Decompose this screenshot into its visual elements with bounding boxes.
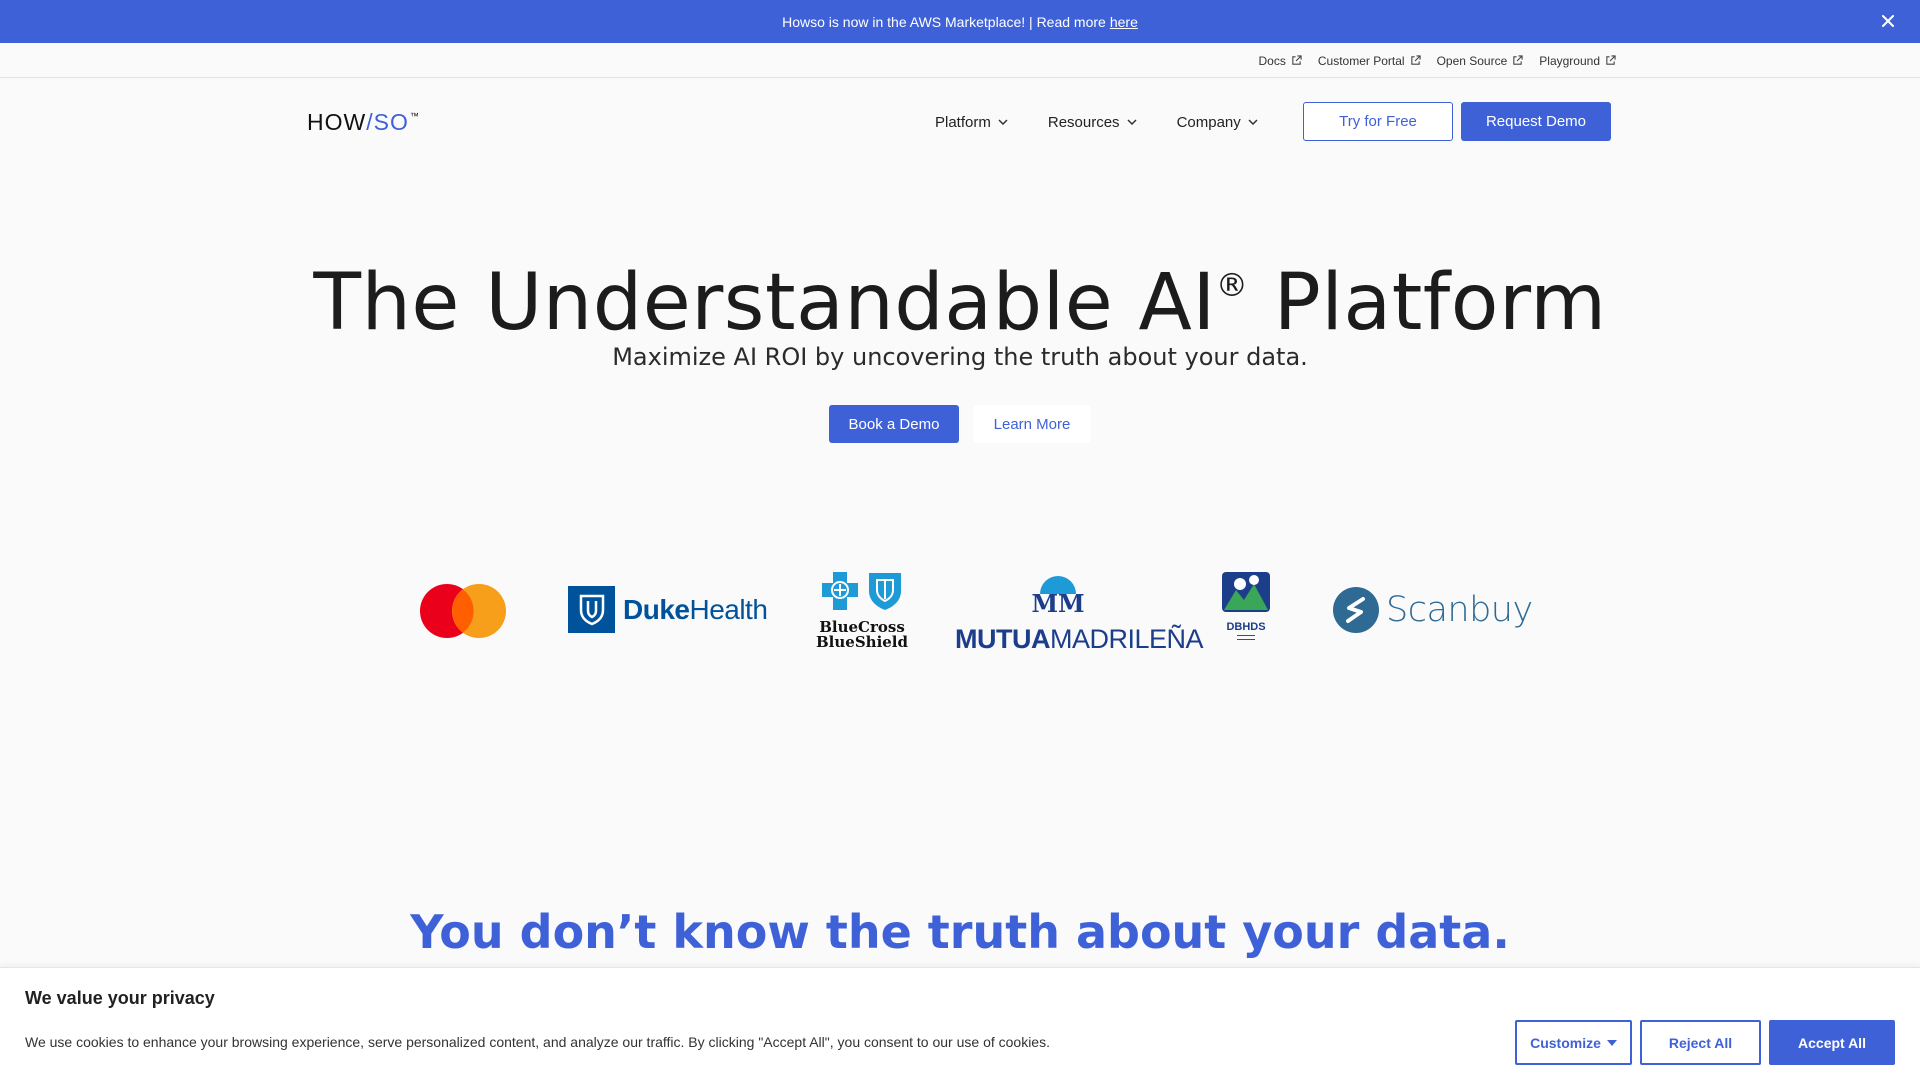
chevron-down-icon (1248, 119, 1258, 125)
primary-nav: Platform Resources Company (935, 108, 1258, 136)
bcbs-line-2: BlueShield (816, 633, 908, 651)
accept-all-button[interactable]: Accept All (1769, 1020, 1895, 1065)
duke-text: Duke (623, 593, 690, 625)
learn-more-button[interactable]: Learn More (973, 405, 1091, 443)
howso-logo[interactable]: HOW / SO ™ (307, 108, 420, 135)
scanbuy-logo: Scanbuy (1332, 586, 1533, 634)
request-demo-button[interactable]: Request Demo (1461, 102, 1611, 141)
cookie-body: We use cookies to enhance your browsing … (25, 1034, 1050, 1050)
nav-label: Resources (1047, 113, 1120, 131)
mutua-wordmark: MUTUAMADRILEÑA (955, 624, 1204, 655)
utility-link-label: Customer Portal (1317, 53, 1405, 68)
announcement-text: Howso is now in the AWS Marketplace! | R… (782, 13, 1106, 30)
mutua-bold-text: MUTUA (955, 624, 1050, 654)
external-link-icon (1292, 55, 1302, 65)
external-link-icon (1606, 55, 1616, 65)
madrilena-text: MADRILEÑA (1049, 624, 1204, 654)
blue-shield-icon (869, 573, 901, 610)
duke-shield-icon (568, 586, 615, 633)
dbhds-logo: DBHDS ▬▬▬▬▬▬ ▬▬▬▬▬▬ (1216, 570, 1276, 641)
dbhds-fineprint: ▬▬▬▬▬▬ ▬▬▬▬▬▬ (1237, 633, 1255, 641)
announcement-link[interactable]: here (1110, 14, 1138, 30)
logo-slash: / (366, 108, 374, 135)
utility-link-docs[interactable]: Docs (1259, 54, 1302, 68)
hero-title: The Understandable AI® Platform (0, 258, 1920, 348)
duke-health-wordmark: DukeHealth (623, 593, 768, 626)
scanbuy-s-icon (1333, 587, 1379, 633)
customize-cookies-button[interactable]: Customize (1515, 1020, 1632, 1065)
close-icon (1882, 15, 1894, 27)
cookie-title: We value your privacy (25, 988, 215, 1008)
close-announcement-button[interactable] (1878, 11, 1898, 31)
duke-health-logo: DukeHealth (568, 586, 768, 633)
nav-label: Company (1176, 113, 1241, 131)
main-header: HOW / SO ™ Platform Resources Company Try f… (0, 78, 1920, 164)
hero-title-end: Platform (1248, 258, 1607, 348)
caret-down-icon (1606, 1039, 1617, 1046)
hero-subtitle: Maximize AI ROI by uncovering the truth … (612, 343, 1308, 371)
health-text: Health (689, 593, 768, 625)
mutua-madrilena-logo: MM MUTUAMADRILEÑA (955, 574, 1204, 655)
logo-trademark: ™ (409, 111, 420, 121)
customize-label: Customize (1530, 1034, 1601, 1051)
utility-link-label: Playground (1539, 53, 1600, 68)
nav-label: Platform (935, 113, 991, 131)
utility-nav: Docs Customer Portal Open Source Playgro… (0, 43, 1920, 78)
customer-logos: DukeHealth BlueCross BlueShield MM MUTUA… (0, 560, 1920, 660)
dbhds-emblem-icon (1222, 572, 1270, 612)
utility-link-customer-portal[interactable]: Customer Portal (1318, 54, 1421, 68)
reject-all-button[interactable]: Reject All (1640, 1020, 1761, 1065)
bcbs-wordmark: BlueCross BlueShield (813, 620, 911, 650)
hero-title-main: The Understandable AI (313, 258, 1216, 348)
nav-platform[interactable]: Platform (935, 108, 1008, 136)
nav-company[interactable]: Company (1177, 108, 1258, 136)
section-headline: You don’t know the truth about your data… (410, 905, 1510, 959)
utility-link-playground[interactable]: Playground (1539, 54, 1616, 68)
logo-how: HOW (307, 108, 367, 135)
logo-so: SO (373, 108, 409, 135)
blue-cross-icon (822, 572, 858, 610)
scanbuy-wordmark: Scanbuy (1386, 590, 1533, 630)
bluecross-blueshield-logo: BlueCross BlueShield (813, 570, 911, 650)
mutua-emblem-icon: MM (955, 574, 1160, 622)
external-link-icon (1513, 55, 1523, 65)
book-demo-button[interactable]: Book a Demo (829, 405, 959, 443)
utility-link-open-source[interactable]: Open Source (1437, 54, 1524, 68)
mastercard-logo (419, 583, 509, 644)
svg-text:MM: MM (1032, 589, 1084, 618)
dbhds-wordmark: DBHDS (1226, 621, 1266, 633)
registered-mark: ® (1215, 266, 1249, 304)
chevron-down-icon (1127, 119, 1137, 125)
try-for-free-button[interactable]: Try for Free (1303, 102, 1453, 141)
nav-resources[interactable]: Resources (1048, 108, 1137, 136)
utility-link-label: Open Source (1436, 53, 1508, 68)
cookie-consent-banner: We value your privacy We use cookies to … (0, 967, 1920, 1080)
external-link-icon (1410, 55, 1421, 65)
announcement-bar: Howso is now in the AWS Marketplace! | R… (0, 0, 1920, 43)
chevron-down-icon (998, 119, 1008, 125)
utility-link-label: Docs (1258, 53, 1286, 68)
